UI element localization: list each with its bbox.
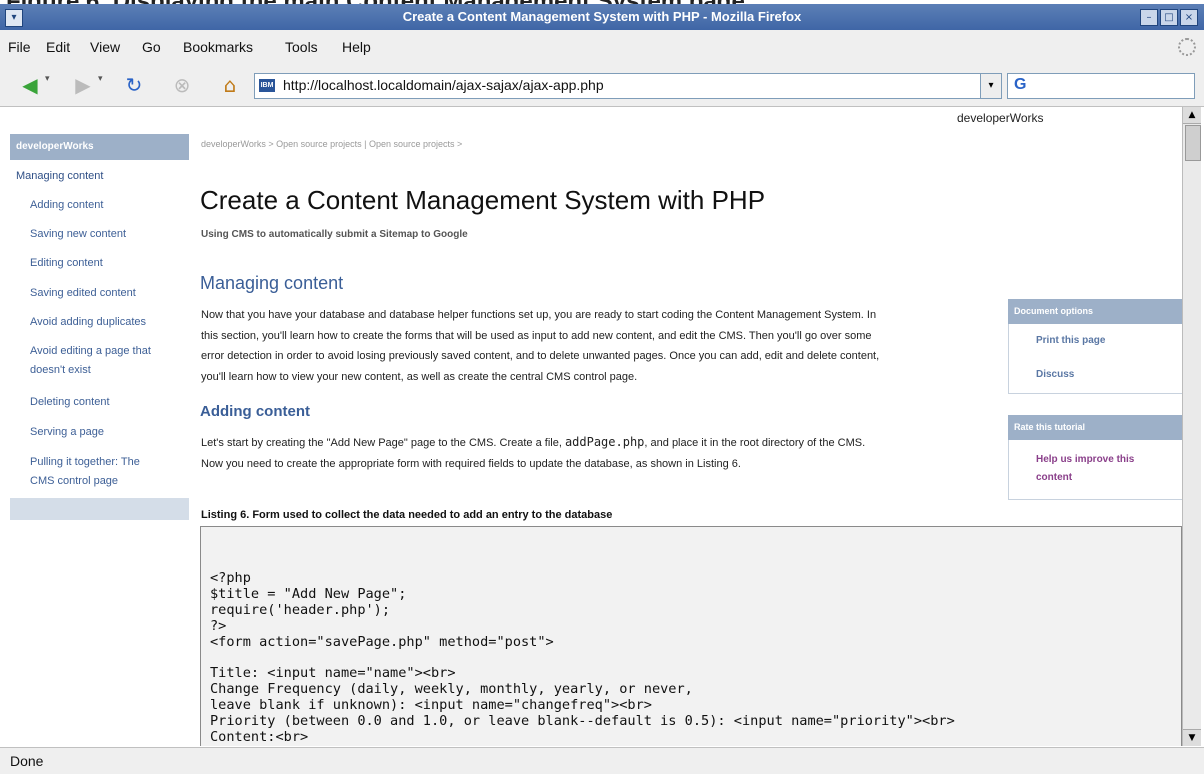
menu-edit[interactable]: Edit <box>46 39 70 55</box>
minimize-button[interactable]: – <box>1140 9 1158 26</box>
left-nav-item[interactable]: Avoid adding duplicates <box>30 314 146 331</box>
improve-content-link[interactable]: Help us improve this <box>1036 451 1134 469</box>
adding-line: Let's start by creating the "Add New Pag… <box>201 432 1001 454</box>
document-options-header: Document options <box>1008 299 1182 324</box>
window-title: Create a Content Management System with … <box>402 9 802 24</box>
back-dropdown-icon[interactable]: ▾ <box>45 74 50 84</box>
left-nav-item[interactable]: CMS control page <box>30 473 118 490</box>
print-page-link[interactable]: Print this page <box>1036 332 1105 350</box>
improve-content-link[interactable]: content <box>1036 469 1072 487</box>
window-titlebar[interactable]: ▾ Create a Content Management System wit… <box>0 4 1204 30</box>
navigation-toolbar: ◀ ▾ ▶ ▾ ↻ ⊗ ⌂ IBM http://localhost.local… <box>0 62 1204 107</box>
address-bar[interactable]: IBM http://localhost.localdomain/ajax-sa… <box>254 73 1002 99</box>
scroll-up-icon[interactable]: ▲ <box>1183 107 1201 124</box>
menu-file[interactable]: File <box>8 39 31 55</box>
menu-tools[interactable]: Tools <box>285 39 318 55</box>
reload-icon[interactable]: ↻ <box>122 73 146 97</box>
site-favicon-icon: IBM <box>259 79 275 92</box>
forward-icon[interactable]: ▶ <box>71 73 95 97</box>
left-nav-item[interactable]: Deleting content <box>30 394 110 411</box>
rate-tutorial-header: Rate this tutorial <box>1008 415 1182 440</box>
rate-tutorial-box <box>1008 440 1182 500</box>
left-nav-item[interactable]: Avoid editing a page that <box>30 343 151 360</box>
code-text: <?php $title = "Add New Page"; require('… <box>210 570 955 746</box>
intro-line: error detection in order to avoid losing… <box>201 350 880 362</box>
search-box[interactable]: G <box>1007 73 1195 99</box>
stop-icon[interactable]: ⊗ <box>170 73 194 97</box>
adding-line: Now you need to create the appropriate f… <box>201 457 741 470</box>
breadcrumb[interactable]: developerWorks > Open source projects | … <box>201 139 462 149</box>
adding-content-heading: Adding content <box>200 403 310 420</box>
adding-line-text: , and place it in the root directory of … <box>644 437 866 449</box>
discuss-link[interactable]: Discuss <box>1036 366 1074 384</box>
search-engine-icon[interactable]: G <box>1014 76 1026 94</box>
left-nav-item[interactable]: doesn't exist <box>30 362 91 379</box>
status-bar: Done <box>0 747 1204 774</box>
close-button[interactable]: × <box>1180 9 1198 26</box>
left-nav-item[interactable]: Managing content <box>16 168 103 185</box>
page-subtitle: Using CMS to automatically submit a Site… <box>201 229 468 240</box>
forward-dropdown-icon[interactable]: ▾ <box>98 74 103 84</box>
left-nav-item[interactable]: Serving a page <box>30 424 104 441</box>
page-content: developerWorks developerWorks Managing c… <box>0 107 1182 746</box>
activity-throbber-icon <box>1178 38 1196 56</box>
left-nav-item[interactable]: Saving new content <box>30 226 126 243</box>
maximize-button[interactable]: □ <box>1160 9 1178 26</box>
back-icon[interactable]: ◀ <box>18 73 42 97</box>
url-text[interactable]: http://localhost.localdomain/ajax-sajax/… <box>283 77 604 93</box>
menu-view[interactable]: View <box>90 39 120 55</box>
inline-code: addPage.php <box>564 435 645 449</box>
left-nav-item[interactable]: Pulling it together: The <box>30 454 140 471</box>
left-nav-header[interactable]: developerWorks <box>10 134 189 160</box>
intro-line: this section, you'll learn how to create… <box>201 329 872 342</box>
intro-line: you'll learn how to view your new conten… <box>201 370 638 383</box>
left-nav-item[interactable]: Adding content <box>30 197 103 214</box>
left-nav-item[interactable]: Saving edited content <box>30 285 136 302</box>
adding-line-text: Let's start by creating the "Add New Pag… <box>201 437 565 449</box>
menu-help[interactable]: Help <box>342 39 371 55</box>
vertical-scrollbar[interactable]: ▲ ▼ <box>1182 107 1201 746</box>
home-icon[interactable]: ⌂ <box>218 73 242 97</box>
menubar: File Edit View Go Bookmarks Tools Help <box>0 30 1204 63</box>
url-dropdown-icon[interactable]: ▾ <box>980 73 1002 99</box>
listing-caption: Listing 6. Form used to collect the data… <box>201 509 613 521</box>
intro-line: Now that you have your database and data… <box>201 309 877 321</box>
intro-paragraph: Now that you have your database and data… <box>201 305 1001 387</box>
menu-bookmarks[interactable]: Bookmarks <box>183 39 253 55</box>
site-label: developerWorks <box>957 111 1044 125</box>
adding-paragraph: Let's start by creating the "Add New Pag… <box>201 432 1001 474</box>
status-text: Done <box>10 753 44 769</box>
page-title: Create a Content Management System with … <box>200 185 766 215</box>
menu-go[interactable]: Go <box>142 39 161 55</box>
section-heading: Managing content <box>200 273 344 293</box>
code-listing: <?php $title = "Add New Page"; require('… <box>200 526 1182 746</box>
left-nav-item[interactable]: Editing content <box>30 255 103 272</box>
left-nav-footer <box>10 498 189 520</box>
scroll-thumb[interactable] <box>1185 125 1201 161</box>
scroll-down-icon[interactable]: ▼ <box>1183 729 1201 746</box>
